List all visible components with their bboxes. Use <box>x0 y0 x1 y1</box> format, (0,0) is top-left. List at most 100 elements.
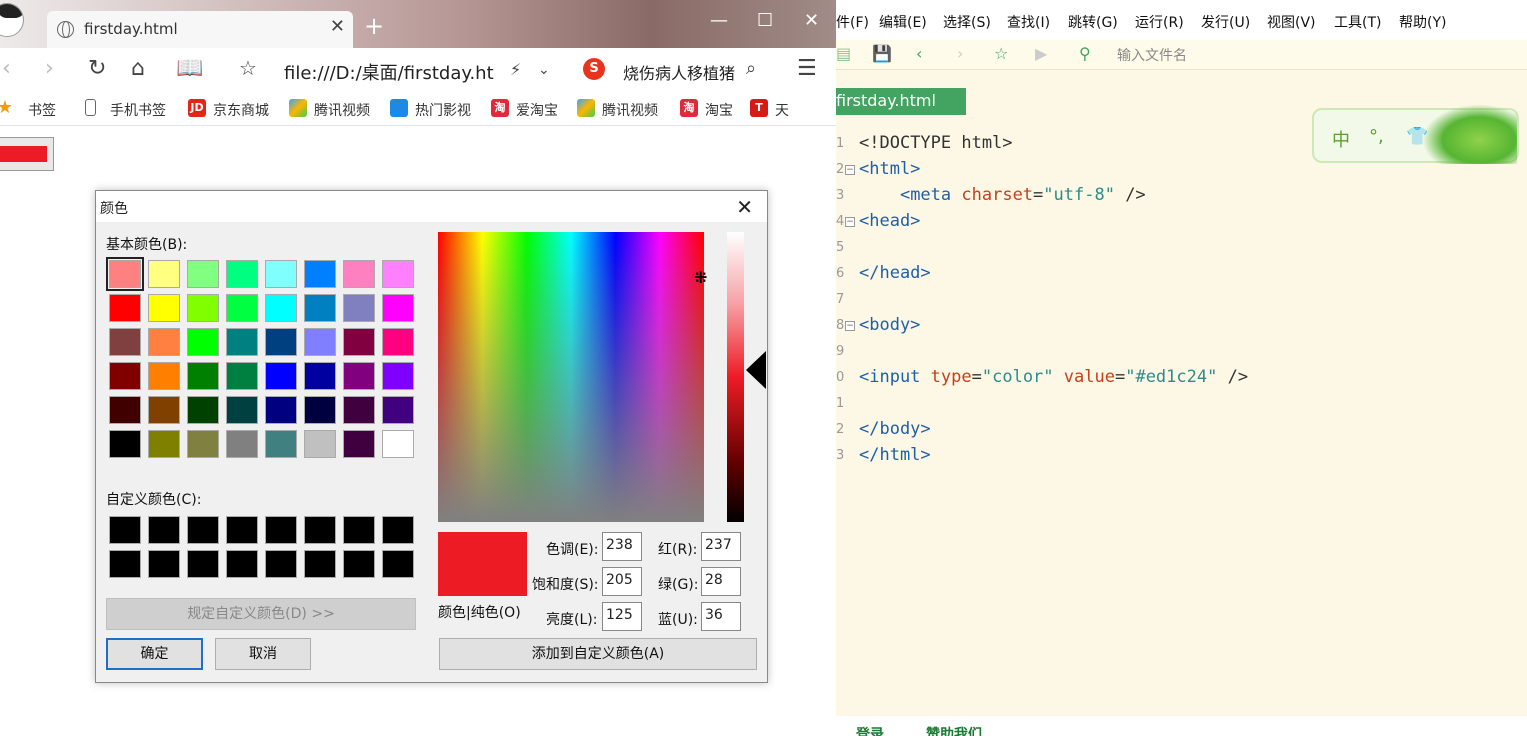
chevron-down-icon[interactable]: ⌄ <box>538 62 550 78</box>
search-icon[interactable]: ⌕ <box>746 58 756 79</box>
basic-color-swatch[interactable] <box>343 260 375 288</box>
basic-color-swatch[interactable] <box>304 260 336 288</box>
code-line[interactable]: <input type="color" value="#ed1c24" /> <box>859 367 1248 387</box>
menu-tools[interactable]: 工具(T) <box>1334 12 1381 32</box>
ime-punct[interactable]: °, <box>1369 126 1384 147</box>
lightning-icon[interactable]: ⚡ <box>510 60 521 79</box>
menu-edit[interactable]: 编辑(E) <box>879 12 927 32</box>
basic-color-swatch[interactable] <box>265 260 297 288</box>
bookmark-item[interactable]: 爱淘宝 <box>516 100 558 120</box>
define-custom-colors-button[interactable]: 规定自定义颜色(D) >> <box>106 598 416 630</box>
basic-color-swatch[interactable] <box>382 430 414 458</box>
luminance-slider[interactable] <box>727 232 744 522</box>
basic-color-swatch[interactable] <box>304 396 336 424</box>
custom-color-swatch[interactable] <box>304 516 336 544</box>
fold-icon[interactable]: − <box>845 217 855 227</box>
address-bar[interactable]: file:///D:/桌面/firstday.ht <box>284 59 494 85</box>
save-icon[interactable]: 💾 <box>872 44 892 63</box>
ime-mode[interactable]: 中 <box>1332 126 1350 152</box>
add-to-custom-colors-button[interactable]: 添加到自定义颜色(A) <box>439 638 757 670</box>
basic-color-swatch[interactable] <box>226 294 258 322</box>
basic-color-swatch[interactable] <box>148 362 180 390</box>
forward-icon[interactable]: › <box>45 56 54 81</box>
star-icon[interactable]: ☆ <box>239 56 257 80</box>
bookmark-item[interactable]: 京东商城 <box>213 100 269 120</box>
custom-color-swatch[interactable] <box>187 550 219 578</box>
basic-color-swatch[interactable] <box>304 294 336 322</box>
menu-run[interactable]: 运行(R) <box>1135 12 1184 32</box>
bookmark-item[interactable]: 手机书签 <box>110 100 166 120</box>
hue-field[interactable]: 238 <box>602 532 642 561</box>
basic-color-swatch[interactable] <box>343 362 375 390</box>
custom-color-swatch[interactable] <box>265 516 297 544</box>
basic-color-swatch[interactable] <box>343 328 375 356</box>
basic-color-swatch[interactable] <box>382 362 414 390</box>
close-icon[interactable]: ✕ <box>736 195 753 219</box>
bookmark-item[interactable]: 热门影视 <box>415 100 471 120</box>
saturation-field[interactable]: 205 <box>602 567 642 596</box>
basic-color-swatch[interactable] <box>226 430 258 458</box>
basic-color-swatch[interactable] <box>226 260 258 288</box>
basic-color-swatch[interactable] <box>187 294 219 322</box>
custom-color-swatch[interactable] <box>109 516 141 544</box>
color-spectrum[interactable] <box>438 232 704 522</box>
custom-color-swatch[interactable] <box>226 550 258 578</box>
reader-icon[interactable]: 📖 <box>176 56 203 81</box>
back-icon[interactable]: ‹ <box>2 56 11 81</box>
basic-color-swatch[interactable] <box>109 328 141 356</box>
bookmark-item[interactable]: 腾讯视频 <box>314 100 370 120</box>
back-icon[interactable]: ‹ <box>916 44 922 63</box>
basic-color-swatch[interactable] <box>109 362 141 390</box>
basic-color-swatch[interactable] <box>109 396 141 424</box>
bookmark-item[interactable]: 淘宝 <box>705 100 733 120</box>
basic-color-swatch[interactable] <box>343 430 375 458</box>
menu-publish[interactable]: 发行(U) <box>1201 12 1250 32</box>
sponsor-link[interactable]: 赞助我们 <box>926 724 982 736</box>
menu-goto[interactable]: 跳转(G) <box>1068 12 1118 32</box>
custom-color-swatch[interactable] <box>343 516 375 544</box>
luminance-field[interactable]: 125 <box>602 602 642 631</box>
red-field[interactable]: 237 <box>701 532 741 561</box>
custom-color-swatch[interactable] <box>187 516 219 544</box>
code-line[interactable]: <!DOCTYPE html> <box>859 133 1013 153</box>
blue-field[interactable]: 36 <box>701 602 741 631</box>
close-tab-icon[interactable]: ✕ <box>330 16 345 37</box>
code-line[interactable]: </head> <box>859 263 931 283</box>
basic-color-swatch[interactable] <box>109 430 141 458</box>
luminance-arrow-icon[interactable] <box>746 351 766 389</box>
basic-color-swatch[interactable] <box>382 396 414 424</box>
home-icon[interactable]: ⌂ <box>131 56 145 81</box>
basic-color-swatch[interactable] <box>382 294 414 322</box>
star-icon[interactable]: ☆ <box>994 44 1008 63</box>
reload-icon[interactable]: ↻ <box>88 56 106 81</box>
basic-color-swatch[interactable] <box>148 260 180 288</box>
basic-color-swatch[interactable] <box>106 257 144 291</box>
fold-icon[interactable]: − <box>845 321 855 331</box>
menu-help[interactable]: 帮助(Y) <box>1399 12 1446 32</box>
color-input[interactable] <box>0 137 54 171</box>
menu-select[interactable]: 选择(S) <box>943 12 991 32</box>
maximize-icon[interactable]: ☐ <box>757 10 773 31</box>
menu-find[interactable]: 查找(I) <box>1007 12 1050 32</box>
custom-color-swatch[interactable] <box>382 550 414 578</box>
basic-color-swatch[interactable] <box>304 362 336 390</box>
ime-toolbar[interactable]: 中 °, 👕 <box>1312 104 1519 164</box>
find-file-icon[interactable]: ⚲ <box>1079 44 1091 63</box>
custom-color-swatch[interactable] <box>382 516 414 544</box>
basic-color-swatch[interactable] <box>187 260 219 288</box>
user-avatar[interactable] <box>0 3 24 37</box>
bookmark-item[interactable]: 腾讯视频 <box>602 100 658 120</box>
basic-color-swatch[interactable] <box>343 396 375 424</box>
basic-color-swatch[interactable] <box>148 396 180 424</box>
basic-color-swatch[interactable] <box>187 430 219 458</box>
run-icon[interactable]: ▶ <box>1035 44 1047 63</box>
bookmark-item[interactable]: 天 <box>775 100 789 120</box>
custom-color-swatch[interactable] <box>148 550 180 578</box>
menu-view[interactable]: 视图(V) <box>1267 12 1316 32</box>
basic-color-swatch[interactable] <box>187 362 219 390</box>
code-line[interactable]: </html> <box>859 445 931 465</box>
code-line[interactable]: <meta charset="utf-8" /> <box>859 185 1146 205</box>
basic-color-swatch[interactable] <box>148 430 180 458</box>
code-line[interactable]: </body> <box>859 419 931 439</box>
basic-color-swatch[interactable] <box>382 260 414 288</box>
